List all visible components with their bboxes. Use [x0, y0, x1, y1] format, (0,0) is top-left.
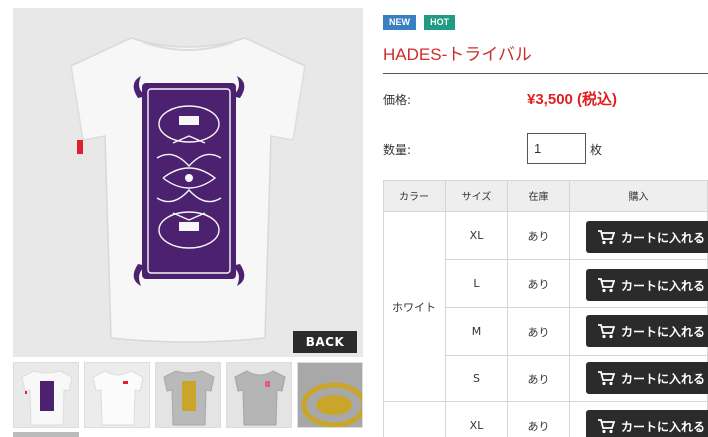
color-group-next: [383, 402, 446, 437]
thumbnail-image: [298, 363, 362, 427]
stock-cell: あり: [508, 402, 570, 437]
price-value: ¥3,500 (税込): [527, 91, 618, 108]
add-to-cart-label: カートに入れる: [621, 230, 706, 245]
cart-icon: [598, 324, 615, 339]
thumbnail-gray-back[interactable]: [155, 362, 221, 428]
cart-icon: [598, 230, 615, 245]
quantity-unit: 枚: [590, 143, 603, 157]
tshirt-back-illustration: [13, 8, 363, 357]
size-cell: S: [446, 356, 508, 402]
thumbnail-row-2-edge: [13, 432, 79, 437]
thumbnail-white-front[interactable]: [84, 362, 150, 428]
cart-icon: [598, 371, 615, 386]
variant-table: カラー サイズ 在庫 購入 ホワイト XL あり L あり M あり S あり …: [383, 180, 708, 437]
product-main-image[interactable]: BACK: [13, 8, 363, 357]
size-cell: L: [446, 260, 508, 308]
product-badges: NEW HOT: [383, 15, 458, 30]
header-size: サイズ: [446, 180, 508, 212]
new-badge: NEW: [383, 15, 416, 30]
header-color: カラー: [383, 180, 446, 212]
stock-cell: あり: [508, 356, 570, 402]
thumbnail-white-back[interactable]: [13, 362, 79, 428]
color-group-white: ホワイト: [383, 212, 446, 402]
add-to-cart-button[interactable]: カートに入れる: [586, 269, 708, 301]
back-view-label[interactable]: BACK: [293, 331, 357, 353]
stock-cell: あり: [508, 260, 570, 308]
header-purchase: 購入: [570, 180, 708, 212]
thumbnail-image: [85, 363, 149, 427]
title-divider: [383, 73, 708, 74]
add-to-cart-button[interactable]: カートに入れる: [586, 362, 708, 394]
add-to-cart-label: カートに入れる: [621, 371, 706, 386]
quantity-input[interactable]: [527, 133, 586, 164]
hot-badge: HOT: [424, 15, 456, 30]
size-cell: XL: [446, 402, 508, 437]
cart-icon: [598, 278, 615, 293]
add-to-cart-label: カートに入れる: [621, 419, 706, 434]
thumbnail-gray-front[interactable]: [226, 362, 292, 428]
stock-cell: あり: [508, 308, 570, 356]
stock-cell: あり: [508, 212, 570, 260]
thumbnail-image: [156, 363, 220, 427]
product-title: HADES-トライバル: [383, 45, 532, 64]
add-to-cart-button[interactable]: カートに入れる: [586, 315, 708, 347]
header-stock: 在庫: [508, 180, 570, 212]
cart-icon: [598, 419, 615, 434]
thumbnail-image: [227, 363, 291, 427]
add-to-cart-button[interactable]: カートに入れる: [586, 221, 708, 253]
thumbnail-strip: [13, 362, 363, 437]
add-to-cart-label: カートに入れる: [621, 324, 706, 339]
thumbnail-print-closeup[interactable]: [297, 362, 363, 428]
add-to-cart-label: カートに入れる: [621, 278, 706, 293]
size-cell: XL: [446, 212, 508, 260]
price-label: 価格:: [383, 93, 412, 107]
thumbnail-image: [14, 363, 78, 427]
add-to-cart-button[interactable]: カートに入れる: [586, 410, 708, 437]
size-cell: M: [446, 308, 508, 356]
quantity-label: 数量:: [383, 143, 412, 157]
